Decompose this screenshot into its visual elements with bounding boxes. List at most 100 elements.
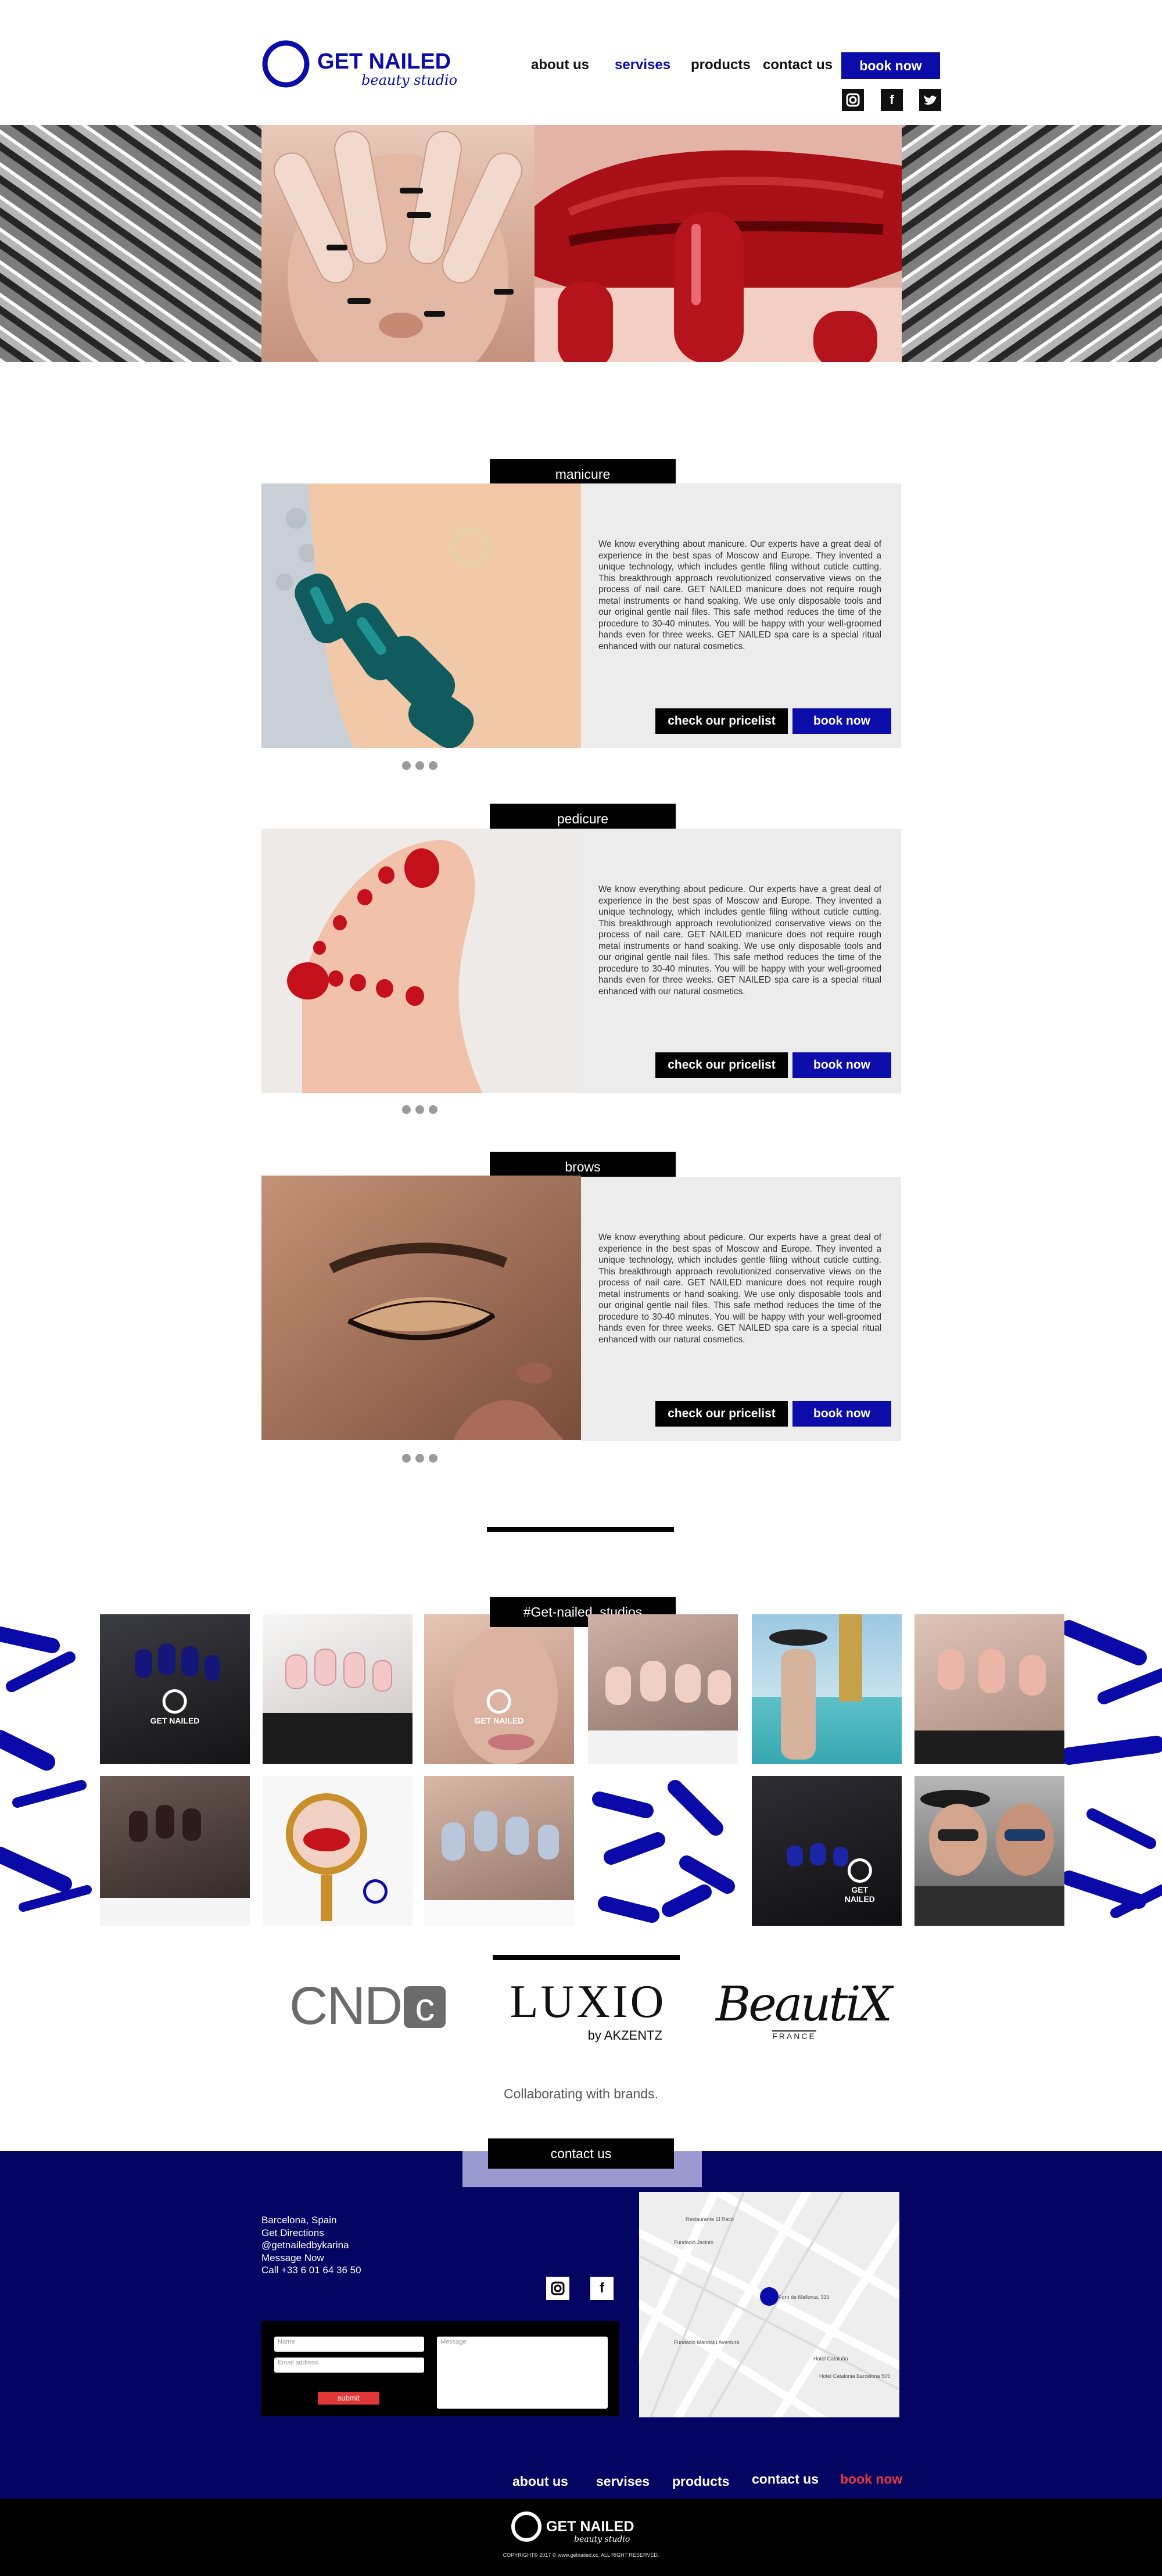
brands-caption: Collaborating with brands. bbox=[504, 2086, 658, 2101]
gallery-photo-silver-nails[interactable] bbox=[424, 1776, 574, 1926]
manicure-info-panel: We know everything about manicure. Our e… bbox=[581, 483, 901, 748]
brows-slider-dots[interactable] bbox=[402, 1454, 449, 1464]
email-field[interactable]: Email address bbox=[274, 2358, 424, 2373]
logo-wordmark: GET NAILED bbox=[317, 49, 451, 74]
book-now-button[interactable]: book now bbox=[841, 52, 940, 79]
twitter-icon[interactable] bbox=[919, 89, 941, 111]
gallery-watermark: GET NAILED bbox=[839, 1858, 881, 1904]
nav-products[interactable]: products bbox=[691, 57, 751, 73]
brands-divider bbox=[493, 1955, 680, 1960]
svg-text:Restaurante El Racó: Restaurante El Racó bbox=[686, 2216, 734, 2222]
slider-dot[interactable] bbox=[402, 1105, 411, 1114]
gallery-photo-mirror-lips[interactable] bbox=[263, 1776, 413, 1926]
gallery-watermark bbox=[363, 1879, 388, 1906]
logo-ring-icon bbox=[163, 1689, 187, 1714]
contact-address: Barcelona, Spain bbox=[261, 2215, 337, 2226]
hero-manicure-face-photo bbox=[261, 125, 535, 362]
section-divider bbox=[487, 1527, 674, 1532]
slider-dot[interactable] bbox=[402, 1454, 411, 1463]
manicure-book-now-button[interactable]: book now bbox=[792, 708, 891, 734]
brand-logo-beautix: BeautiX FRANCE bbox=[716, 1977, 892, 2041]
copyright-text: COPYRIGHT© 2017 © www.getnailed.cc. ALL … bbox=[503, 2552, 659, 2558]
pedicure-info-panel: We know everything about pedicure. Our e… bbox=[581, 829, 901, 1093]
logo-ring-icon bbox=[363, 1879, 388, 1904]
gallery-photo-woman-pool[interactable] bbox=[752, 1614, 902, 1764]
pedicure-photo bbox=[261, 829, 581, 1093]
nav-servises[interactable]: servises bbox=[615, 57, 670, 73]
site-header: GET NAILED beauty studio about us servis… bbox=[0, 0, 1162, 125]
contact-handle-link[interactable]: @getnailedbykarina bbox=[261, 2239, 361, 2252]
slider-dot[interactable] bbox=[415, 1454, 424, 1463]
gallery-photo-pink-nails[interactable] bbox=[263, 1614, 413, 1764]
location-map[interactable]: Restaurante El Racó Forn de Mallorca, 33… bbox=[639, 2192, 899, 2417]
manicure-photo bbox=[261, 483, 581, 748]
gallery-watermark: GET NAILED bbox=[475, 1689, 523, 1725]
gallery-photo-dark-manicure[interactable] bbox=[100, 1776, 250, 1926]
brand-logo-luxio: LUXIO by AKZENTZ bbox=[510, 1976, 666, 2043]
footer-nav-contact-us[interactable]: contact us bbox=[752, 2471, 819, 2487]
brows-photo bbox=[261, 1176, 581, 1440]
footer-nav-book-now[interactable]: book now bbox=[840, 2471, 902, 2487]
map-pin-icon bbox=[760, 2287, 779, 2306]
logo-ring-icon bbox=[262, 40, 310, 88]
gallery-photo-blue-dark-nails[interactable]: GET NAILED bbox=[752, 1776, 902, 1926]
contact-instagram-icon[interactable] bbox=[546, 2277, 569, 2300]
manicure-pricelist-button[interactable]: check our pricelist bbox=[655, 708, 788, 734]
slider-dot[interactable] bbox=[415, 1105, 424, 1114]
svg-text:Hotel Cataluña: Hotel Cataluña bbox=[813, 2356, 848, 2362]
svg-text:Hotel Catalonia Barcelona 505: Hotel Catalonia Barcelona 505 bbox=[819, 2373, 890, 2379]
svg-text:beauty studio: beauty studio bbox=[574, 2535, 630, 2544]
hero-leaves-left bbox=[0, 125, 261, 362]
slider-dot[interactable] bbox=[429, 761, 437, 770]
footer-logo[interactable]: GET NAILED beauty studio bbox=[510, 2509, 638, 2546]
gallery-watermark: GET NAILED bbox=[150, 1689, 199, 1725]
instagram-icon[interactable] bbox=[842, 89, 864, 111]
brows-pricelist-button[interactable]: check our pricelist bbox=[655, 1401, 788, 1427]
slider-dot[interactable] bbox=[402, 761, 411, 770]
gallery-photo-blue-nails[interactable]: GET NAILED bbox=[100, 1614, 250, 1764]
gallery-photo-closeup-nails[interactable] bbox=[914, 1614, 1064, 1764]
slider-dot[interactable] bbox=[415, 761, 424, 770]
logo-ring-icon bbox=[511, 2511, 541, 2542]
contact-directions-link[interactable]: Get Directions bbox=[261, 2227, 361, 2240]
pedicure-description: We know everything about pedicure. Our e… bbox=[598, 884, 881, 997]
slider-dot[interactable] bbox=[429, 1105, 437, 1114]
gallery-photo-couple-selfie[interactable] bbox=[914, 1776, 1064, 1926]
gallery-photo-face-nails[interactable]: GET NAILED bbox=[424, 1614, 574, 1764]
logo-tagline: beauty studio bbox=[361, 72, 457, 88]
name-field[interactable]: Name bbox=[274, 2337, 424, 2352]
contact-facebook-icon[interactable]: f bbox=[590, 2277, 614, 2300]
gallery-tile-brushstrokes[interactable] bbox=[588, 1776, 738, 1926]
nav-about-us[interactable]: about us bbox=[531, 57, 589, 73]
footer-nav-about-us[interactable]: about us bbox=[512, 2474, 568, 2489]
site-footer: GET NAILED beauty studio COPYRIGHT© 2017… bbox=[0, 2499, 1162, 2576]
message-field[interactable]: Message bbox=[437, 2337, 608, 2409]
brows-info-panel: We know everything about pedicure. Our e… bbox=[581, 1177, 901, 1441]
contact-phone-link[interactable]: Call +33 6 01 64 36 50 bbox=[261, 2264, 361, 2277]
gallery-photo-nude-nails[interactable] bbox=[588, 1614, 738, 1764]
brows-book-now-button[interactable]: book now bbox=[792, 1401, 891, 1427]
manicure-slider-dots[interactable] bbox=[402, 761, 449, 772]
hero-leaves-right bbox=[902, 125, 1162, 362]
svg-text:Forn de Mallorca, 335: Forn de Mallorca, 335 bbox=[779, 2294, 830, 2300]
site-logo[interactable]: GET NAILED beauty studio bbox=[261, 36, 459, 94]
submit-button[interactable]: submit bbox=[318, 2392, 379, 2405]
facebook-icon[interactable]: f bbox=[881, 89, 903, 111]
manicure-description: We know everything about manicure. Our e… bbox=[598, 539, 881, 651]
hero-red-lips-photo bbox=[535, 125, 902, 362]
contact-message-link[interactable]: Message Now bbox=[261, 2252, 361, 2265]
footer-nav-products[interactable]: products bbox=[672, 2474, 729, 2489]
svg-text:GET NAILED: GET NAILED bbox=[546, 2518, 634, 2535]
slider-dot[interactable] bbox=[429, 1454, 437, 1463]
section-label-contact: contact us bbox=[488, 2138, 674, 2169]
nav-contact-us[interactable]: contact us bbox=[763, 57, 833, 73]
pedicure-book-now-button[interactable]: book now bbox=[792, 1052, 891, 1078]
brows-description: We know everything about pedicure. Our e… bbox=[598, 1233, 881, 1345]
footer-nav-servises[interactable]: servises bbox=[596, 2474, 650, 2489]
pedicure-slider-dots[interactable] bbox=[402, 1105, 449, 1116]
logo-ring-icon bbox=[487, 1689, 511, 1714]
contact-form: Name Email address Message submit bbox=[261, 2321, 619, 2416]
logo-ring-icon bbox=[847, 1858, 872, 1883]
svg-text:Fundació Jacinto: Fundació Jacinto bbox=[674, 2240, 713, 2245]
pedicure-pricelist-button[interactable]: check our pricelist bbox=[655, 1052, 788, 1078]
